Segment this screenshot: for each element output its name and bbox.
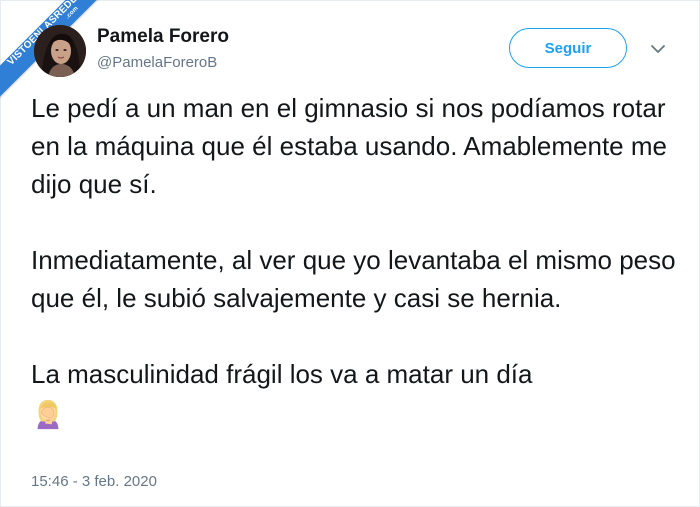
avatar-photo bbox=[34, 25, 86, 77]
tweet-timestamp[interactable]: 15:46 - 3 feb. 2020 bbox=[31, 473, 157, 490]
woman-facepalming-emoji bbox=[37, 399, 59, 430]
author-name[interactable]: Pamela Forero bbox=[97, 26, 229, 48]
tweet-text: Le pedí a un man en el gimnasio si nos p… bbox=[31, 89, 681, 431]
tweet-paragraph: Inmediatamente, al ver que yo levantaba … bbox=[31, 245, 676, 313]
tweet-card: VISTOENLASREDES .com Pamela Forero @Pame… bbox=[0, 0, 700, 507]
tweet-paragraph: La masculinidad frágil los va a matar un… bbox=[31, 355, 681, 431]
avatar[interactable] bbox=[34, 25, 86, 77]
author-handle[interactable]: @PamelaForeroB bbox=[97, 54, 217, 71]
tweet-paragraph: Le pedí a un man en el gimnasio si nos p… bbox=[31, 93, 667, 199]
chevron-down-icon[interactable] bbox=[648, 39, 668, 59]
tweet-paragraph-text: La masculinidad frágil los va a matar un… bbox=[31, 359, 533, 389]
follow-button[interactable]: Seguir bbox=[509, 28, 627, 68]
